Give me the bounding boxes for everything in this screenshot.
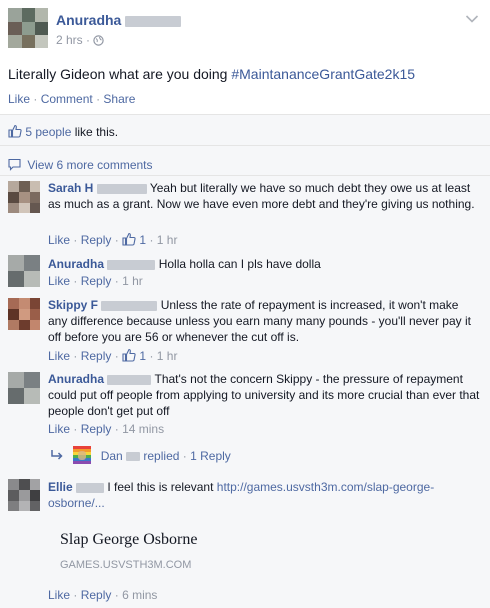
comment-like-count[interactable]: 1: [139, 349, 146, 363]
commenter-name[interactable]: Skippy F: [48, 298, 98, 312]
post-author-name[interactable]: Anuradha: [56, 12, 121, 28]
comment-reply-button[interactable]: Reply: [81, 233, 112, 247]
redacted-surname: [126, 452, 141, 462]
globe-icon: [93, 35, 105, 49]
commenter-name[interactable]: Ellie: [48, 480, 73, 494]
commenter-name[interactable]: Anuradha: [48, 372, 104, 386]
redacted-surname: [96, 183, 147, 194]
comment-body: Ellie I feel this is relevant http://gam…: [48, 480, 435, 510]
commenter-avatar[interactable]: [8, 479, 40, 511]
view-more-link[interactable]: View 6 more comments: [27, 158, 152, 172]
comment-timestamp[interactable]: 1 hr: [157, 233, 178, 247]
post-author-avatar[interactable]: [8, 8, 48, 48]
chevron-down-icon[interactable]: [465, 13, 479, 27]
share-button[interactable]: Share: [103, 92, 135, 106]
comment-timestamp[interactable]: 1 hr: [122, 274, 143, 288]
hashtag-link[interactable]: #MaintananceGrantGate2k15: [231, 66, 415, 82]
likes-count-link[interactable]: 5 people: [25, 125, 71, 139]
post-actions: Like · Comment · Share: [8, 92, 136, 106]
commenter-avatar[interactable]: [8, 372, 40, 404]
reply-count-link[interactable]: 1 Reply: [190, 449, 231, 463]
link-preview[interactable]: Slap George Osborne GAMES.USVSTH3M.COM: [48, 518, 468, 580]
comment-actions: Like · Reply · 6 mins: [48, 588, 158, 602]
comment-like-button[interactable]: Like: [48, 422, 70, 436]
commenter-name[interactable]: Anuradha: [48, 257, 104, 271]
comment-reply-button[interactable]: Reply: [81, 349, 112, 363]
commenter-name[interactable]: Sarah H: [48, 181, 93, 195]
divider: [0, 175, 490, 176]
replier-name[interactable]: Dan: [101, 449, 123, 463]
commenter-avatar[interactable]: [8, 255, 40, 287]
comment-body: Anuradha Holla holla can I pls have doll…: [48, 257, 321, 271]
comment-body: Sarah H Yeah but literally we have so mu…: [48, 181, 475, 211]
comment-body: Anuradha That's not the concern Skippy -…: [48, 372, 480, 418]
comment-button[interactable]: Comment: [41, 92, 93, 106]
redacted-surname: [76, 482, 105, 493]
redacted-surname: [107, 259, 156, 270]
comment-bubble-icon: [8, 158, 21, 174]
comment-reply-button[interactable]: Reply: [81, 274, 112, 288]
comment-actions: Like · Reply · 1 hr: [48, 274, 143, 288]
replies-row[interactable]: Dan replied · 1 Reply: [50, 446, 231, 464]
shared-link[interactable]: http://games.usvsth3m.com/slap-george-os…: [48, 480, 434, 510]
replier-avatar[interactable]: [73, 446, 92, 464]
comment-like-button[interactable]: Like: [48, 233, 70, 247]
comment-body: Skippy F Unless the rate of repayment is…: [48, 298, 471, 344]
comment-timestamp[interactable]: 1 hr: [157, 349, 178, 363]
redacted-surname: [125, 15, 182, 27]
like-button[interactable]: Like: [8, 92, 30, 106]
comment-timestamp[interactable]: 6 mins: [122, 588, 157, 602]
commenter-avatar[interactable]: [8, 181, 40, 213]
comment-like-button[interactable]: Like: [48, 588, 70, 602]
replied-label: replied: [143, 449, 180, 463]
comment-actions: Like · Reply · 1 · 1 hr: [48, 232, 178, 249]
post-author-row: Anuradha: [56, 12, 182, 28]
thumbs-up-icon: [8, 124, 22, 141]
reply-arrow-icon: [50, 449, 64, 464]
comment-actions: Like · Reply · 14 mins: [48, 422, 165, 436]
post-meta: 2 hrs ·: [56, 33, 105, 49]
comment-like-button[interactable]: Like: [48, 274, 70, 288]
thumbs-up-icon: [122, 232, 136, 249]
post-text: Literally Gideon what are you doing #Mai…: [8, 66, 416, 82]
comment-timestamp[interactable]: 14 mins: [122, 422, 164, 436]
comment-reply-button[interactable]: Reply: [81, 588, 112, 602]
comment-like-button[interactable]: Like: [48, 349, 70, 363]
link-preview-title[interactable]: Slap George Osborne: [60, 530, 197, 550]
post-timestamp[interactable]: 2 hrs: [56, 33, 83, 47]
likes-summary: 5 people like this.: [8, 124, 118, 141]
redacted-surname: [101, 300, 158, 311]
comment-actions: Like · Reply · 1 · 1 hr: [48, 348, 178, 365]
view-more-comments[interactable]: View 6 more comments: [8, 158, 153, 174]
comment-reply-button[interactable]: Reply: [81, 422, 112, 436]
comment-like-count[interactable]: 1: [139, 233, 146, 247]
redacted-surname: [107, 374, 152, 385]
thumbs-up-icon: [122, 348, 136, 365]
link-preview-domain: GAMES.USVSTH3M.COM: [60, 559, 192, 571]
divider: [0, 145, 490, 146]
commenter-avatar[interactable]: [8, 298, 40, 330]
